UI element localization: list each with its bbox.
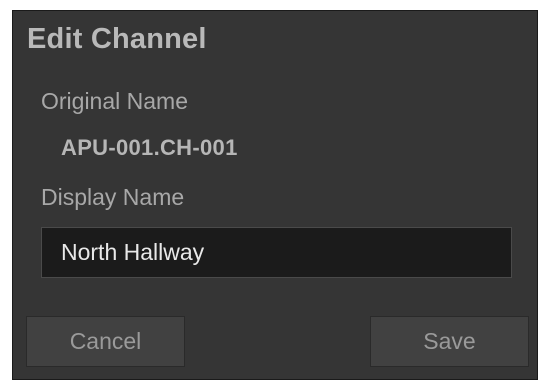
display-name-label: Display Name — [41, 184, 185, 210]
cancel-button[interactable]: Cancel — [26, 316, 185, 367]
original-name-value: APU-001.CH-001 — [61, 135, 238, 160]
edit-channel-dialog: Edit Channel Original Name APU-001.CH-00… — [12, 10, 538, 380]
original-name-label: Original Name — [41, 88, 188, 114]
dialog-title: Edit Channel — [27, 23, 207, 55]
save-button[interactable]: Save — [370, 316, 529, 367]
display-name-input[interactable] — [41, 227, 512, 278]
